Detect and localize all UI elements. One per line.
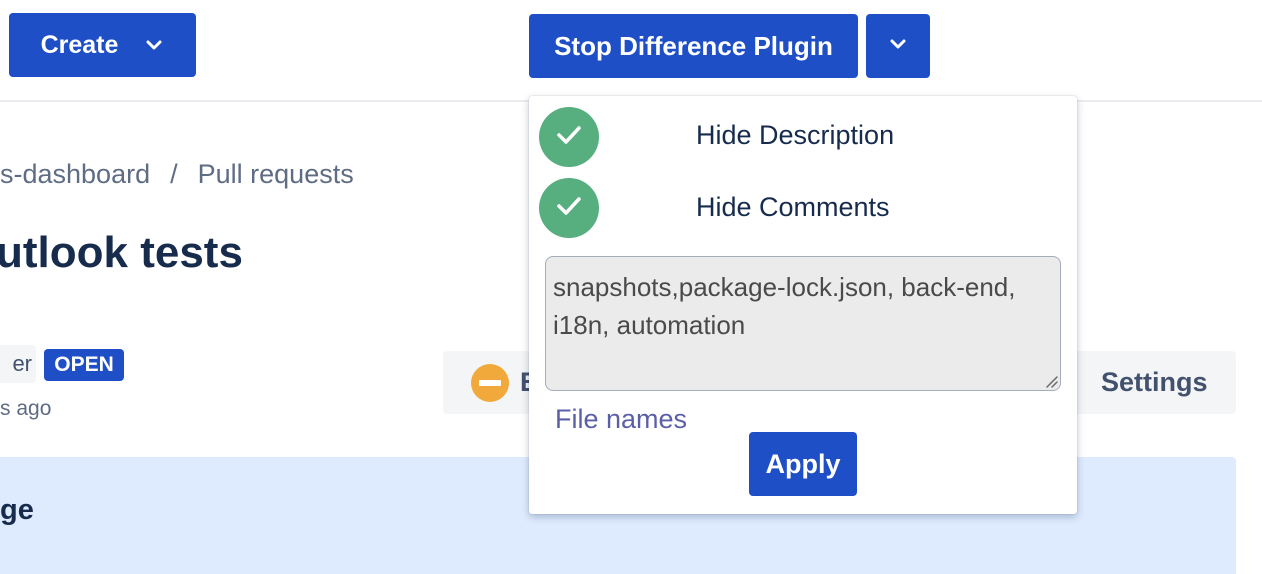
author-name: er — [12, 351, 32, 376]
chevron-down-icon — [889, 37, 907, 55]
plugin-dropdown-toggle[interactable] — [866, 14, 930, 78]
checkmark-icon — [555, 123, 583, 152]
breadcrumb-repo[interactable]: s-dashboard — [0, 159, 150, 190]
breadcrumb: s-dashboard / Pull requests — [0, 156, 354, 192]
stop-difference-plugin-label: Stop Difference Plugin — [554, 30, 833, 61]
hide-description-label[interactable]: Hide Description — [696, 120, 894, 151]
checkmark-icon — [555, 194, 583, 223]
page-title: utlook tests — [0, 228, 243, 277]
hide-description-checkbox[interactable] — [539, 107, 599, 167]
author-chip[interactable]: er — [0, 345, 36, 383]
resize-handle-icon[interactable] — [1043, 373, 1059, 389]
create-button[interactable]: Create — [9, 13, 196, 77]
breadcrumb-separator: / — [170, 158, 178, 189]
status-badge: OPEN — [44, 349, 124, 381]
apply-button-label: Apply — [765, 448, 841, 479]
minus-circle-icon[interactable] — [470, 363, 510, 403]
hide-comments-checkbox[interactable] — [539, 178, 599, 238]
timestamp: s ago — [0, 397, 52, 420]
apply-button[interactable]: Apply — [749, 432, 857, 496]
create-button-label: Create — [40, 30, 119, 59]
description-heading: ge — [0, 494, 34, 526]
stop-difference-plugin-button[interactable]: Stop Difference Plugin — [529, 14, 858, 78]
breadcrumb-pull-requests[interactable]: Pull requests — [198, 159, 354, 190]
settings-button[interactable]: Settings — [1101, 367, 1208, 398]
hide-comments-label[interactable]: Hide Comments — [696, 192, 890, 223]
file-names-label: File names — [555, 404, 688, 434]
chevron-down-icon — [144, 35, 164, 55]
file-names-textarea[interactable] — [545, 256, 1061, 391]
